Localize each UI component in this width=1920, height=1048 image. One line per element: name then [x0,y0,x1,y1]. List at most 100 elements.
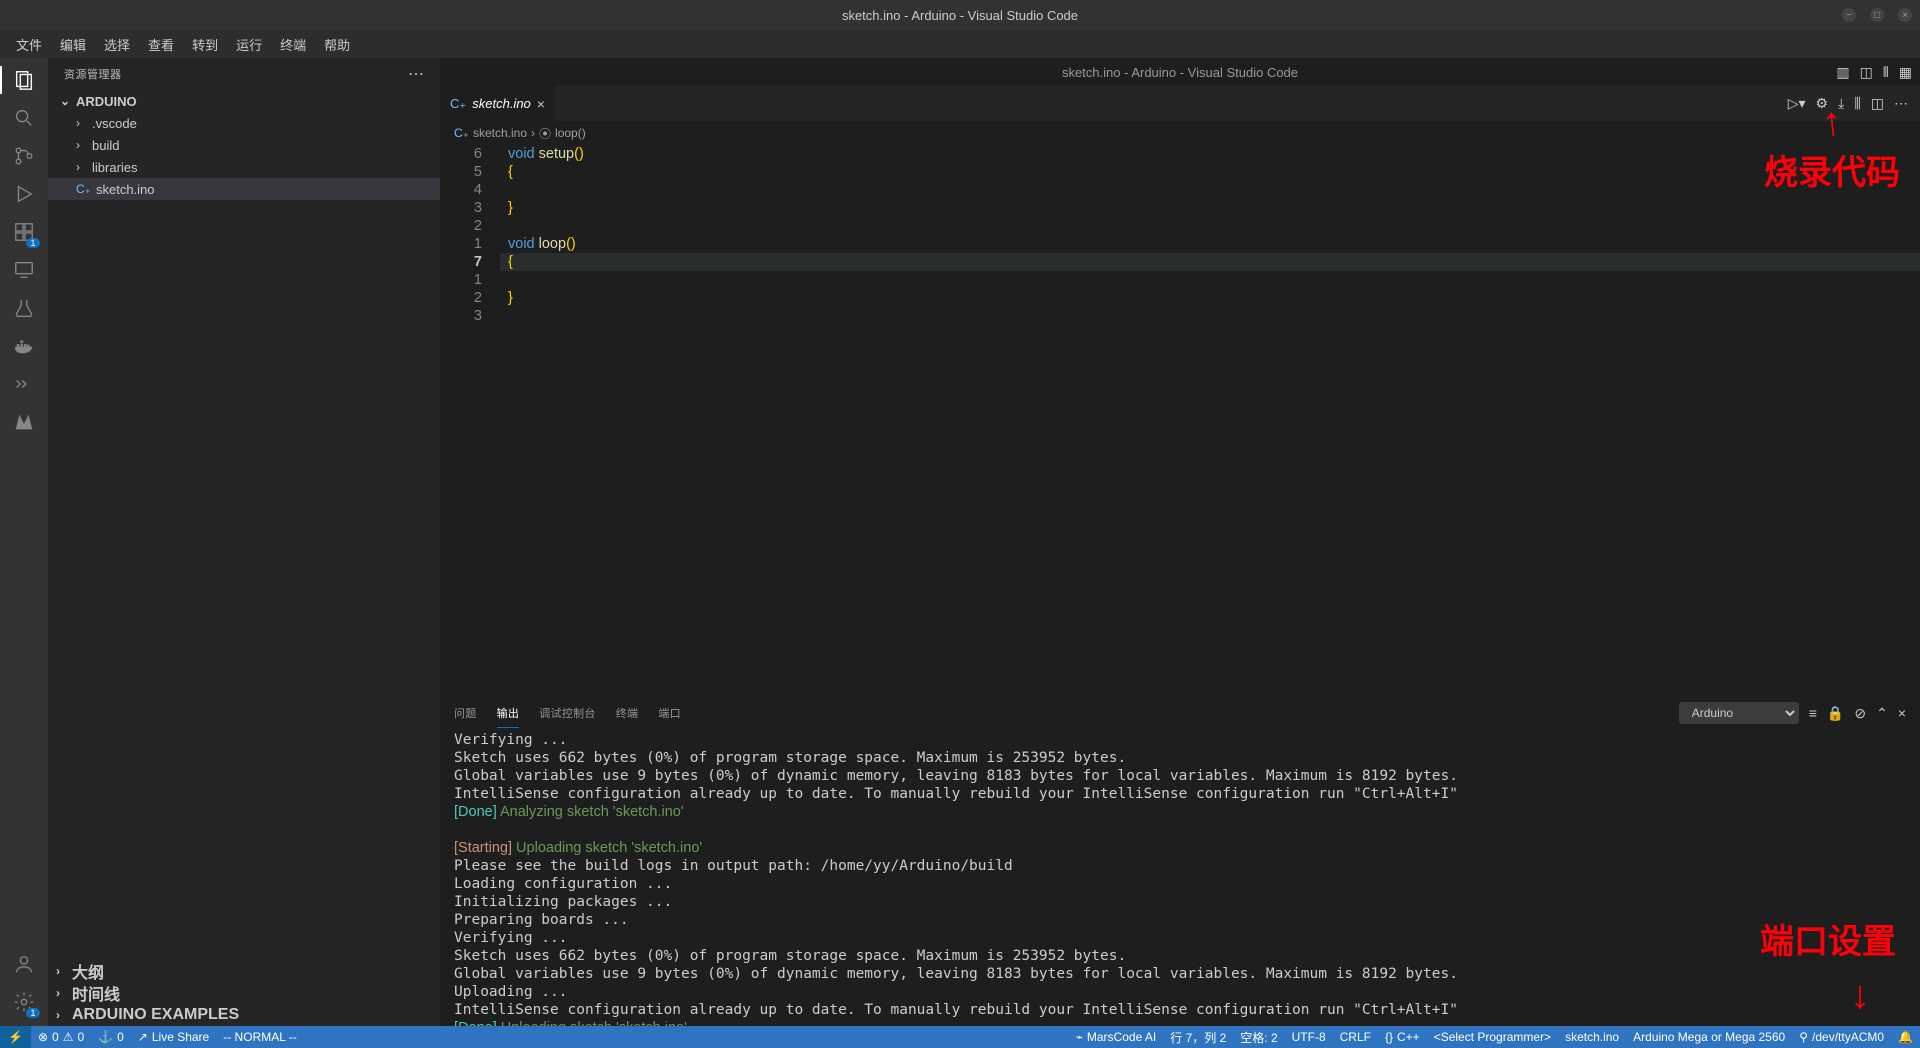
gutter: 6543217123 [440,145,500,696]
programmer-status[interactable]: <Select Programmer> [1427,1026,1558,1048]
toggle-panel-icon[interactable]: ▥ [1836,64,1849,81]
project-name: ARDUINO [76,94,137,109]
code-editor[interactable]: 6543217123 void setup(){ } void loop(){ … [440,145,1920,696]
more-actions-icon[interactable]: ⋯ [1894,95,1908,112]
panel-tab-端口[interactable]: 端口 [658,705,681,721]
maximize-button[interactable]: □ [1870,8,1884,22]
remote-explorer-icon[interactable] [10,256,38,284]
tab-label: sketch.ino [472,96,531,111]
serial-port-status[interactable]: ⚲ /dev/ttyACM0 [1792,1026,1891,1048]
extensions-icon[interactable]: 1 [10,218,38,246]
menu-选择[interactable]: 选择 [96,33,138,56]
vim-mode-status: -- NORMAL -- [216,1026,304,1048]
panel-tab-输出[interactable]: 输出 [497,705,520,728]
menu-帮助[interactable]: 帮助 [316,33,358,56]
close-panel-icon[interactable]: × [1898,705,1906,721]
panel-tab-终端[interactable]: 终端 [616,705,639,721]
breadcrumb-symbol: loop() [555,126,586,140]
file-icon: C₊ [450,96,466,112]
activity-bar: 1 1 [0,58,48,1026]
chevron-right-icon: › [531,126,535,140]
output-content[interactable]: Verifying ... Sketch uses 662 bytes (0%)… [440,729,1920,1026]
explorer-icon[interactable] [10,66,38,94]
window-controls: − □ × [1842,8,1912,22]
liveshare-status[interactable]: ↗ Live Share [131,1026,216,1048]
file-sketch-ino[interactable]: C₊sketch.ino [48,178,440,200]
encoding-status[interactable]: UTF-8 [1285,1026,1333,1048]
problems-status[interactable]: ⊗ 0 ⚠ 0 [31,1026,91,1048]
title-bar: sketch.ino - Arduino - Visual Studio Cod… [0,0,1920,30]
menu-查看[interactable]: 查看 [140,33,182,56]
output-channel-select[interactable]: Arduino [1679,702,1799,724]
settings-badge: 1 [26,1008,40,1018]
lock-icon[interactable]: 🔒 [1827,705,1844,722]
notifications-icon[interactable]: 🔔 [1891,1026,1920,1048]
customize-layout-icon[interactable]: ▦ [1899,64,1912,81]
panel-tab-调试控制台[interactable]: 调试控制台 [539,705,596,721]
split-editor-icon[interactable]: ⫴ [1883,64,1889,81]
code-content[interactable]: void setup(){ } void loop(){ } [500,145,1920,696]
marscode-status[interactable]: ⌁ MarsCode AI [1069,1026,1164,1048]
upload-icon[interactable]: ⤓ [1838,95,1844,112]
accounts-icon[interactable] [10,950,38,978]
symbol-icon: ⦿ [539,125,551,142]
panel-tabs: 问题 输出 调试控制台 终端 端口 Arduino ≡ 🔒 ⊘ ⌃ × [440,697,1920,729]
ports-status[interactable]: ⚓ 0 [91,1026,131,1048]
remote-ssh-icon[interactable] [10,370,38,398]
language-mode-status[interactable]: {} C++ [1378,1026,1427,1048]
close-button[interactable]: × [1898,8,1912,22]
sidebar-more-icon[interactable]: ⋯ [408,64,424,84]
folder-build[interactable]: ›build [48,134,440,156]
verify-icon[interactable]: ⚙ [1816,95,1829,112]
tab-sketch-ino[interactable]: C₊ sketch.ino × [440,86,556,121]
section-时间线[interactable]: ›时间线 [48,982,440,1004]
sketch-file-status[interactable]: sketch.ino [1558,1026,1626,1048]
breadcrumb-file: sketch.ino [473,126,527,140]
menu-编辑[interactable]: 编辑 [52,33,94,56]
window-title: sketch.ino - Arduino - Visual Studio Cod… [842,8,1078,23]
board-status[interactable]: Arduino Mega or Mega 2560 [1626,1026,1792,1048]
editor-title: sketch.ino - Arduino - Visual Studio Cod… [1062,65,1298,80]
run-icon[interactable]: ▷▾ [1788,95,1806,112]
breadcrumb[interactable]: C₊ sketch.ino › ⦿ loop() [440,121,1920,145]
serial-monitor-icon[interactable]: ⫼ [1854,95,1860,112]
editor-layout-controls: ▥ ◫ ⫴ ▦ [1836,64,1912,81]
toggle-sidebar-icon[interactable]: ◫ [1860,64,1873,81]
menu-转到[interactable]: 转到 [184,33,226,56]
docker-icon[interactable] [10,332,38,360]
tabs-row: C₊ sketch.ino × ▷▾ ⚙ ⤓ ⫼ ◫ ⋯ [440,86,1920,121]
file-tree: ⌄ARDUINO ›.vscode›build›libraries C₊sket… [48,90,440,959]
section-大纲[interactable]: ›大纲 [48,960,440,982]
marscode-icon[interactable] [10,408,38,436]
section-ARDUINO EXAMPLES[interactable]: ›ARDUINO EXAMPLES [48,1004,440,1026]
testing-icon[interactable] [10,294,38,322]
menu-运行[interactable]: 运行 [228,33,270,56]
folder-libraries[interactable]: ›libraries [48,156,440,178]
menu-文件[interactable]: 文件 [8,33,50,56]
tab-close-icon[interactable]: × [537,96,545,112]
panel-tab-问题[interactable]: 问题 [454,705,477,721]
run-debug-icon[interactable] [10,180,38,208]
minimize-button[interactable]: − [1842,8,1856,22]
folder-.vscode[interactable]: ›.vscode [48,112,440,134]
bottom-panel: 问题 输出 调试控制台 终端 端口 Arduino ≡ 🔒 ⊘ ⌃ × Verifyin… [440,696,1920,1026]
settings-icon[interactable]: 1 [10,988,38,1016]
indentation-status[interactable]: 空格: 2 [1233,1026,1284,1048]
menu-终端[interactable]: 终端 [272,33,314,56]
search-icon[interactable] [10,104,38,132]
source-control-icon[interactable] [10,142,38,170]
sidebar-title: 资源管理器 [64,66,122,82]
status-bar: ⚡ ⊗ 0 ⚠ 0 ⚓ 0 ↗ Live Share -- NORMAL -- … [0,1026,1920,1048]
editor-area: sketch.ino - Arduino - Visual Studio Cod… [440,58,1920,1026]
clear-icon[interactable]: ⊘ [1854,705,1866,722]
cursor-position-status[interactable]: 行 7，列 2 [1163,1026,1233,1048]
extensions-badge: 1 [26,238,40,248]
split-right-icon[interactable]: ◫ [1871,95,1884,112]
file-icon: C₊ [454,126,469,140]
maximize-panel-icon[interactable]: ⌃ [1876,705,1888,722]
project-root[interactable]: ⌄ARDUINO [48,90,440,112]
filter-icon[interactable]: ≡ [1809,705,1817,721]
sidebar: 资源管理器 ⋯ ⌄ARDUINO ›.vscode›build›librarie… [48,58,440,1026]
eol-status[interactable]: CRLF [1333,1026,1378,1048]
remote-button[interactable]: ⚡ [0,1026,31,1048]
